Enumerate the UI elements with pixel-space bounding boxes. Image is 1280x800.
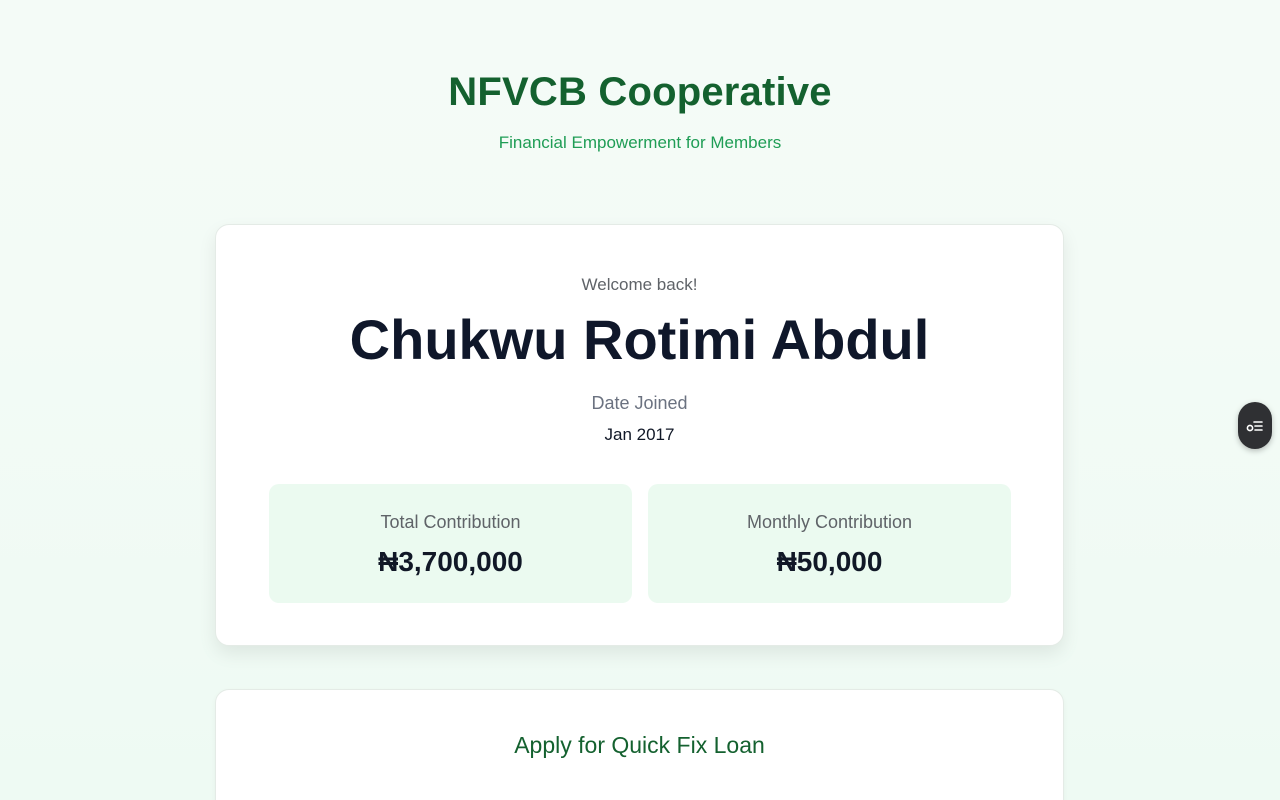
page-header: NFVCB Cooperative Financial Empowerment … [0,66,1280,154]
floating-settings-button[interactable] [1238,402,1272,449]
settings-toggle-icon [1246,419,1264,433]
total-contribution-label: Total Contribution [380,512,521,532]
monthly-contribution-box: Monthly Contribution ₦50,000 [648,484,1011,603]
member-name: Chukwu Rotimi Abdul [349,308,930,371]
date-joined-label: Date Joined [591,393,688,413]
monthly-contribution-value: ₦50,000 [776,546,883,577]
date-joined-value: Jan 2017 [604,425,675,444]
member-profile-card: Welcome back! Chukwu Rotimi Abdul Date J… [215,224,1064,646]
welcome-text: Welcome back! [581,275,698,294]
quick-fix-loan-card: Apply for Quick Fix Loan [215,689,1064,800]
loan-section-title: Apply for Quick Fix Loan [514,732,765,758]
total-contribution-box: Total Contribution ₦3,700,000 [269,484,632,603]
site-subtitle: Financial Empowerment for Members [498,133,782,152]
total-contribution-value: ₦3,700,000 [378,546,523,577]
site-title: NFVCB Cooperative [448,70,832,114]
monthly-contribution-label: Monthly Contribution [746,512,913,532]
